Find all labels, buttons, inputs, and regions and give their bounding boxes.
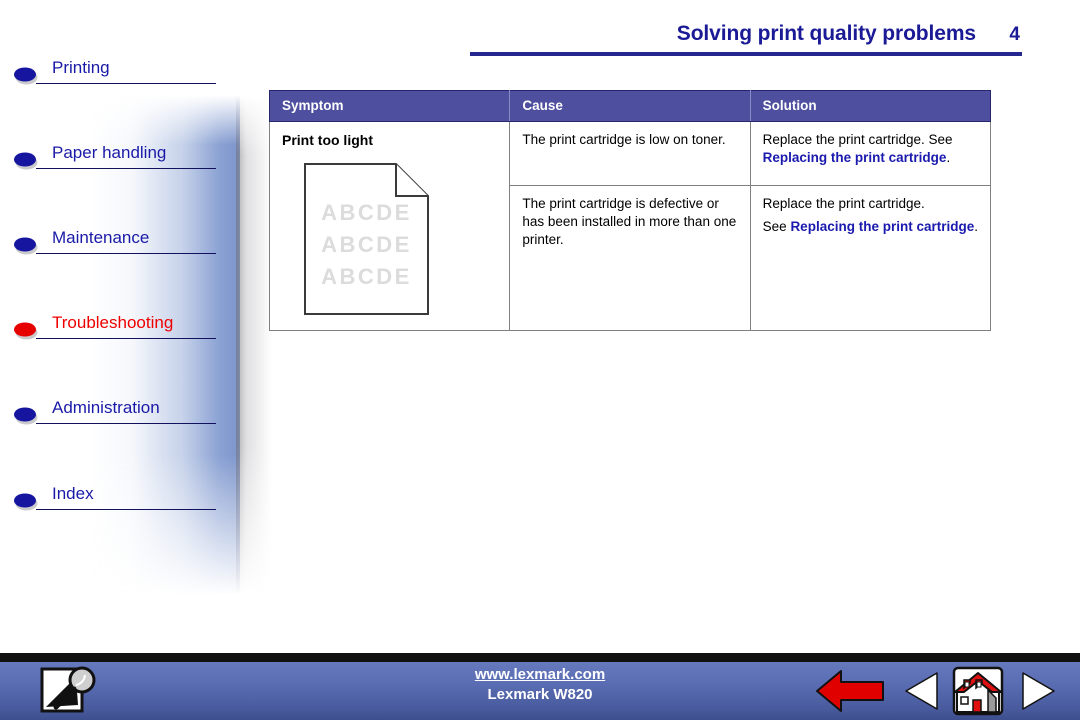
left-triangle-icon bbox=[905, 672, 938, 710]
sidebar-item-label: Maintenance bbox=[52, 228, 150, 247]
next-button[interactable] bbox=[1018, 670, 1058, 712]
back-button[interactable] bbox=[814, 668, 886, 714]
column-header-symptom: Symptom bbox=[268, 90, 511, 122]
sidebar-item-maintenance[interactable]: Maintenance bbox=[12, 227, 216, 261]
column-header-cause: Cause bbox=[509, 90, 751, 122]
magnifier-page-icon bbox=[40, 666, 96, 713]
abcde-sample-text: ABCDE ABCDE ABCDE bbox=[304, 197, 429, 293]
solution-cell: Replace the print cartridge. See Replaci… bbox=[749, 185, 992, 332]
sidebar-item-rule bbox=[36, 168, 216, 169]
sidebar-item-rule bbox=[36, 338, 216, 339]
abcde-line: ABCDE bbox=[321, 200, 412, 226]
home-button[interactable] bbox=[952, 666, 1004, 716]
sidebar-item-label: Index bbox=[52, 484, 94, 503]
sidebar-navigation: Printing Paper handling Maintenance Trou… bbox=[0, 0, 272, 660]
sidebar-item-index[interactable]: Index bbox=[12, 483, 216, 517]
solution-suffix: . bbox=[946, 149, 951, 165]
table-row: Print too light ABCDE ABCDE ABCDE The pr… bbox=[268, 120, 992, 332]
replacing-print-cartridge-link[interactable]: Replacing the print cartridge bbox=[790, 219, 974, 234]
sidebar-item-paper-handling[interactable]: Paper handling bbox=[12, 142, 216, 176]
footer-black-strip bbox=[0, 653, 1080, 662]
sidebar-item-printing[interactable]: Printing bbox=[12, 57, 216, 91]
page-number: 4 bbox=[1009, 24, 1020, 45]
symptom-cell: Print too light ABCDE ABCDE ABCDE bbox=[268, 120, 511, 332]
printed-page-icon: ABCDE ABCDE ABCDE bbox=[304, 163, 429, 316]
sidebar-edge-shadow bbox=[236, 95, 272, 595]
solution-prefix: See bbox=[762, 219, 791, 235]
sidebar-item-label: Printing bbox=[52, 58, 110, 77]
solution-text-secondary: See Replacing the print cartridge. bbox=[763, 218, 980, 236]
page-header: Solving print quality problems 4 bbox=[470, 22, 1022, 56]
sidebar-item-label: Troubleshooting bbox=[52, 313, 174, 332]
sidebar-item-rule bbox=[36, 423, 216, 424]
column-header-solution: Solution bbox=[749, 90, 992, 122]
abcde-line: ABCDE bbox=[321, 264, 412, 290]
red-left-arrow-icon bbox=[816, 670, 884, 712]
house-icon bbox=[952, 666, 1004, 716]
sidebar-item-rule bbox=[36, 83, 216, 84]
page-title: Solving print quality problems bbox=[676, 22, 976, 45]
sidebar-item-label: Administration bbox=[52, 398, 160, 417]
solution-text: Replace the print cartridge. bbox=[762, 196, 925, 212]
sidebar-item-label: Paper handling bbox=[52, 143, 167, 162]
right-triangle-icon bbox=[1022, 672, 1055, 710]
symptom-title: Print too light bbox=[282, 132, 373, 148]
cause-cell: The print cartridge is low on toner. bbox=[509, 120, 751, 187]
solution-cell: Replace the print cartridge. See Replaci… bbox=[749, 120, 992, 187]
lexmark-website-link[interactable]: www.lexmark.com bbox=[475, 666, 605, 683]
solution-suffix: . bbox=[974, 219, 978, 235]
replacing-print-cartridge-link[interactable]: Replacing the print cartridge bbox=[763, 150, 947, 165]
abcde-line: ABCDE bbox=[321, 232, 412, 258]
sidebar-item-rule bbox=[36, 253, 216, 254]
header-rule bbox=[470, 52, 1022, 56]
sidebar-item-troubleshooting[interactable]: Troubleshooting bbox=[12, 312, 216, 346]
previous-button[interactable] bbox=[902, 670, 942, 712]
solution-prefix: Replace the print cartridge. See bbox=[762, 132, 953, 147]
solution-text: Replace the print cartridge. See Replaci… bbox=[763, 131, 980, 167]
search-button[interactable] bbox=[38, 665, 100, 717]
cause-cell: The print cartridge is defective or has … bbox=[509, 185, 751, 332]
table-header-row: Symptom Cause Solution bbox=[268, 90, 992, 122]
symptom-cause-solution-table: Symptom Cause Solution Print too light A… bbox=[268, 90, 992, 332]
sidebar-item-administration[interactable]: Administration bbox=[12, 397, 216, 431]
sidebar-item-rule bbox=[36, 509, 216, 510]
